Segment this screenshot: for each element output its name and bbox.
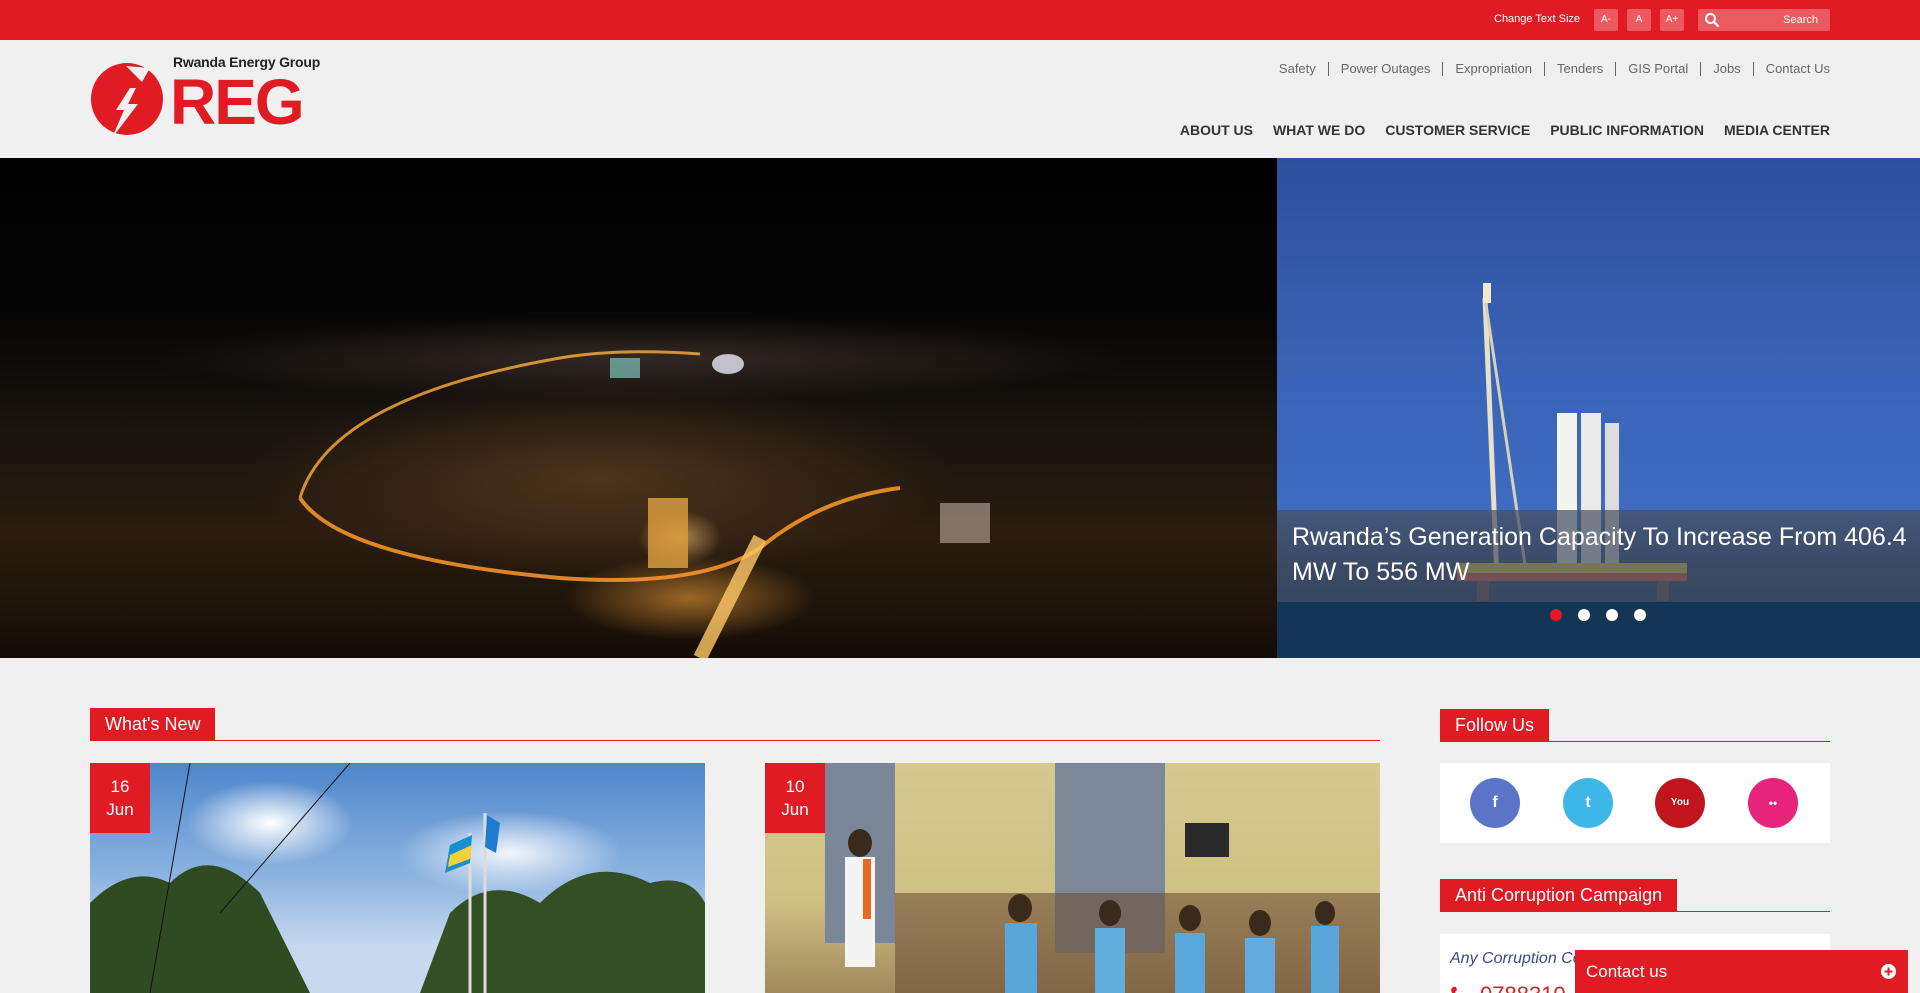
classroom-illustration (825, 763, 1380, 993)
follow-us-header: Follow Us (1440, 709, 1830, 742)
reg-logo[interactable]: Rwanda Energy Group REG (88, 54, 324, 136)
whats-new-title: What's New (90, 708, 216, 741)
news-image-classroom (765, 763, 1380, 993)
anti-corruption-phone[interactable]: 0788310 (1480, 982, 1566, 993)
news-image-flags (90, 763, 705, 993)
city-night-image (0, 158, 1277, 658)
youtube-icon[interactable]: You (1655, 778, 1705, 828)
social-links: f t You •• (1440, 763, 1830, 843)
text-size-label: Change Text Size (1494, 13, 1581, 25)
whats-new-header: What's New (90, 708, 1380, 741)
news-date-day: 10 (785, 777, 805, 796)
follow-us-title: Follow Us (1440, 709, 1550, 742)
plus-circle-icon[interactable] (1881, 964, 1896, 979)
util-link-safety[interactable]: Safety (1267, 62, 1328, 76)
news-date-badge: 10 Jun (765, 763, 825, 833)
text-size-normal-button[interactable]: A (1627, 9, 1651, 31)
news-date-month: Jun (781, 800, 809, 819)
slider-dot-3[interactable] (1606, 609, 1618, 621)
text-size-increase-button[interactable]: A+ (1660, 9, 1684, 31)
slider-dot-4[interactable] (1634, 609, 1646, 621)
news-card[interactable]: 16 Jun (90, 763, 705, 993)
util-link-expropriation[interactable]: Expropriation (1442, 62, 1544, 76)
facebook-icon[interactable]: f (1470, 778, 1520, 828)
slider-dot-2[interactable] (1578, 609, 1590, 621)
anti-corruption-title: Anti Corruption Campaign (1440, 879, 1678, 912)
top-utility-bar: Change Text Size A- A A+ (0, 0, 1920, 40)
twitter-icon[interactable]: t (1563, 778, 1613, 828)
slide-caption-text: Rwanda’s Generation Capacity To Increase… (1292, 523, 1907, 586)
search-input[interactable] (1724, 9, 1824, 31)
nav-public-information[interactable]: PUBLIC INFORMATION (1550, 122, 1704, 138)
nav-media-center[interactable]: MEDIA CENTER (1724, 122, 1830, 138)
flags-trees-illustration (90, 763, 705, 993)
util-link-jobs[interactable]: Jobs (1700, 62, 1752, 76)
slider-dot-1[interactable] (1550, 609, 1562, 621)
contact-us-label: Contact us (1586, 962, 1668, 981)
slide-caption[interactable]: Rwanda’s Generation Capacity To Increase… (1277, 510, 1920, 602)
util-link-gis-portal[interactable]: GIS Portal (1615, 62, 1700, 76)
utility-nav: Safety Power Outages Expropriation Tende… (1267, 62, 1830, 76)
slider-pagination (1550, 609, 1646, 621)
search-box (1698, 9, 1830, 31)
oil-rig-image: Rwanda’s Generation Capacity To Increase… (1277, 158, 1920, 658)
news-date-badge: 16 Jun (90, 763, 150, 833)
anti-corruption-text: Any Corruption Co (1450, 950, 1582, 967)
anti-corruption-header: Anti Corruption Campaign (1440, 879, 1830, 912)
nav-customer-service[interactable]: CUSTOMER SERVICE (1385, 122, 1530, 138)
phone-icon (1451, 987, 1457, 993)
util-link-contact-us[interactable]: Contact Us (1752, 62, 1830, 76)
main-nav: ABOUT US WHAT WE DO CUSTOMER SERVICE PUB… (1180, 122, 1830, 138)
news-date-month: Jun (106, 800, 134, 819)
search-icon[interactable] (1704, 12, 1720, 28)
nav-what-we-do[interactable]: WHAT WE DO (1273, 122, 1365, 138)
news-card[interactable]: 10 Jun (765, 763, 1380, 993)
hero-slider[interactable]: Rwanda’s Generation Capacity To Increase… (0, 158, 1920, 658)
contact-us-tab[interactable]: Contact us (1575, 950, 1908, 993)
text-size-decrease-button[interactable]: A- (1594, 9, 1618, 31)
util-link-tenders[interactable]: Tenders (1544, 62, 1615, 76)
util-link-power-outages[interactable]: Power Outages (1327, 62, 1443, 76)
lightning-bolt-icon (91, 63, 163, 136)
nav-about-us[interactable]: ABOUT US (1180, 122, 1253, 138)
city-lights-image (298, 350, 990, 658)
logo-wordmark: REG (170, 66, 305, 138)
site-header: Rwanda Energy Group REG Safety Power Out… (0, 40, 1920, 158)
news-date-day: 16 (110, 777, 130, 796)
flickr-icon[interactable]: •• (1748, 778, 1798, 828)
